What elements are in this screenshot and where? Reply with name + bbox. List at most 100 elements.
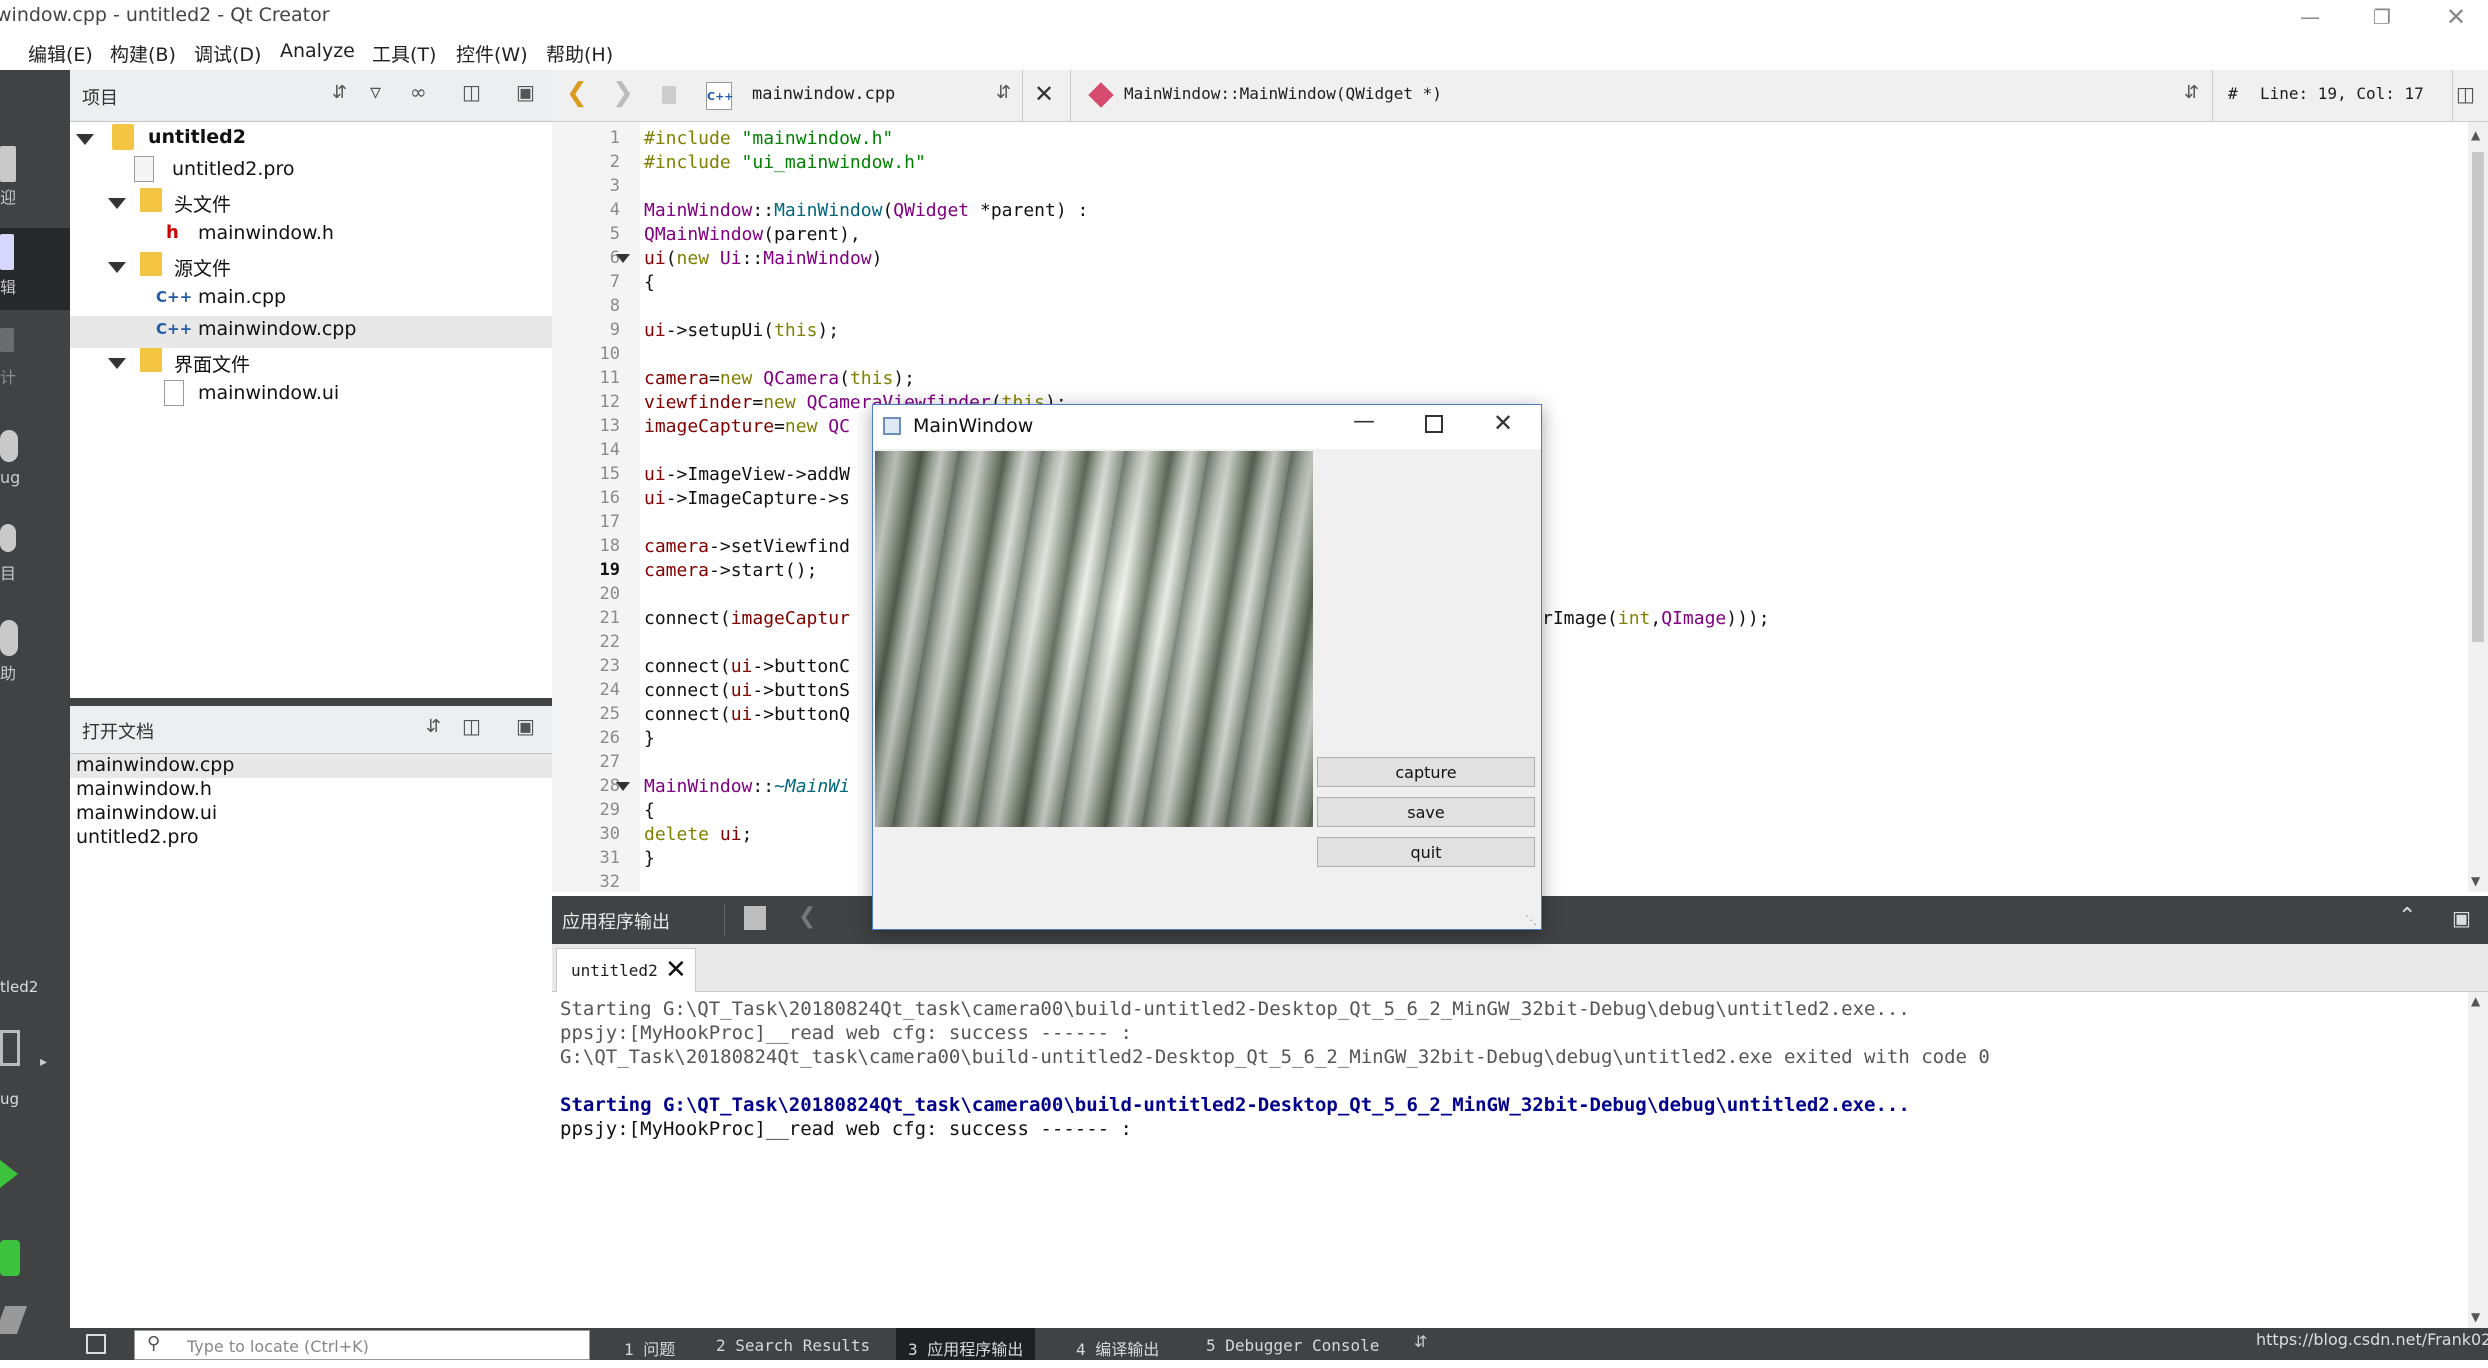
output-text-area[interactable]: Starting G:\QT_Task\20180824Qt_task\came…	[552, 992, 2488, 1328]
menu-edit[interactable]: 编辑(E)	[28, 40, 93, 67]
prev-icon[interactable]: ❮	[798, 904, 816, 929]
mode-help[interactable]: 助	[0, 616, 70, 696]
collapse-icon[interactable]: ⌃	[2398, 904, 2416, 929]
tree-header-file[interactable]: h mainwindow.h	[74, 220, 552, 252]
menu-debug[interactable]: 调试(D)	[194, 40, 261, 67]
expand-icon[interactable]	[76, 134, 94, 145]
expand-icon[interactable]	[108, 262, 126, 273]
output-tabs: untitled2 ✕	[552, 944, 2488, 992]
forward-icon[interactable]: ❯	[612, 78, 634, 108]
status-tab[interactable]: 5 Debugger Console	[1194, 1328, 1391, 1360]
monitor-icon[interactable]	[0, 1030, 20, 1066]
minimize-button[interactable]: —	[2278, 0, 2342, 34]
split-icon[interactable]: ◫	[2456, 82, 2475, 106]
split-icon[interactable]: ◫	[462, 714, 481, 738]
back-icon[interactable]: ❮	[566, 78, 588, 108]
scroll-up-icon[interactable]: ▲	[2471, 994, 2480, 1008]
restore-button[interactable]: ❐	[2350, 0, 2414, 34]
mode-projects[interactable]: 目	[0, 520, 70, 600]
splitter[interactable]	[70, 698, 552, 706]
project-panel-title: 项目	[82, 88, 118, 109]
symbol-selector[interactable]: MainWindow::MainWindow(QWidget *)	[1124, 84, 1442, 103]
status-tab[interactable]: 4 编译输出	[1064, 1328, 1171, 1360]
updown-icon[interactable]: ⇵	[996, 82, 1011, 103]
code-line: ui->ImageCapture->s	[644, 488, 850, 509]
menu-controls[interactable]: 控件(W)	[456, 40, 528, 67]
code-line: ui(new Ui::MainWindow)	[644, 248, 883, 269]
wrench-icon	[0, 524, 16, 552]
mode-edit[interactable]: 辑	[0, 228, 70, 310]
close-panel-icon[interactable]: ▣	[2452, 906, 2471, 930]
fold-icon[interactable]	[616, 782, 630, 791]
menu-help[interactable]: 帮助(H)	[546, 40, 613, 67]
scroll-up-icon[interactable]: ▲	[2471, 128, 2480, 142]
status-tab-active[interactable]: 3 应用程序输出	[896, 1328, 1036, 1360]
close-panel-icon[interactable]: ▣	[516, 80, 535, 104]
open-doc-item[interactable]: mainwindow.cpp	[70, 754, 552, 778]
run-icon[interactable]	[0, 1160, 18, 1188]
filter-icon[interactable]: ▿	[370, 80, 381, 105]
maximize-button[interactable]	[1425, 415, 1443, 433]
status-tab[interactable]: 2 Search Results	[704, 1328, 882, 1360]
tree-main-cpp[interactable]: C++ main.cpp	[74, 284, 552, 316]
expand-icon[interactable]	[108, 198, 126, 209]
save-button[interactable]: save	[1317, 797, 1535, 827]
scroll-thumb[interactable]	[2472, 152, 2484, 642]
open-doc-item[interactable]: mainwindow.h	[76, 778, 212, 800]
status-tab[interactable]: 1 问题	[612, 1328, 687, 1360]
line-number: 20	[599, 584, 620, 604]
scroll-down-icon[interactable]: ▼	[2471, 874, 2480, 888]
quit-button[interactable]: quit	[1317, 837, 1535, 867]
editor-scrollbar[interactable]: ▲ ▼	[2468, 122, 2488, 892]
debug-run-icon[interactable]	[0, 1240, 20, 1276]
line-number: 17	[599, 512, 620, 532]
tree-mainwindow-cpp[interactable]: C++ mainwindow.cpp	[70, 316, 552, 348]
tree-headers[interactable]: 头文件	[74, 188, 552, 220]
dialog-titlebar[interactable]: MainWindow — ✕	[873, 405, 1541, 449]
lock-icon[interactable]	[662, 86, 676, 104]
tree-ui-file[interactable]: mainwindow.ui	[74, 380, 552, 412]
updown-icon[interactable]: ⇵	[332, 82, 347, 103]
menu-build[interactable]: 构建(B)	[110, 40, 176, 67]
line-number: 3	[609, 176, 620, 196]
menu-tools[interactable]: 工具(T)	[372, 40, 436, 67]
locator-input[interactable]: ⚲ Type to locate (Ctrl+K)	[134, 1330, 590, 1360]
expand-icon[interactable]	[108, 358, 126, 369]
updown-icon[interactable]: ⇵	[426, 716, 441, 737]
output-tab[interactable]: untitled2 ✕	[556, 948, 696, 992]
open-doc-item[interactable]: untitled2.pro	[76, 826, 199, 848]
resize-grip-icon[interactable]: ⋱	[1525, 913, 1537, 927]
scroll-down-icon[interactable]: ▼	[2471, 1310, 2480, 1324]
clean-icon[interactable]	[744, 906, 766, 930]
link-icon[interactable]: ∞	[410, 80, 427, 104]
fold-icon[interactable]	[616, 254, 630, 263]
close-editor-icon[interactable]: ✕	[1034, 80, 1054, 108]
close-tab-icon[interactable]: ✕	[665, 955, 687, 985]
hammer-icon[interactable]	[0, 1306, 28, 1334]
minimize-button[interactable]: —	[1353, 409, 1375, 434]
close-button[interactable]: ✕	[1493, 409, 1513, 437]
output-scrollbar[interactable]: ▲ ▼	[2468, 992, 2488, 1328]
mode-design[interactable]: 计	[0, 320, 70, 400]
close-button[interactable]: ✕	[2424, 0, 2488, 34]
cursor-position[interactable]: Line: 19, Col: 17	[2260, 84, 2424, 103]
tree-forms[interactable]: 界面文件	[74, 348, 552, 380]
open-doc-item[interactable]: mainwindow.ui	[76, 802, 217, 824]
line-number: 13	[599, 416, 620, 436]
updown-icon[interactable]: ⇵	[2184, 82, 2199, 103]
capture-button[interactable]: capture	[1317, 757, 1535, 787]
tree-sources[interactable]: 源文件	[74, 252, 552, 284]
updown-icon[interactable]: ⇵	[1414, 1332, 1427, 1351]
mode-welcome[interactable]: 迎	[0, 140, 70, 220]
sidebar-toggle-icon[interactable]	[86, 1334, 106, 1354]
kit-arrow-icon[interactable]: ▸	[40, 1054, 47, 1070]
split-icon[interactable]: ◫	[462, 80, 481, 104]
menu-file-partial[interactable]: )	[0, 42, 1, 64]
editor-file-name[interactable]: mainwindow.cpp	[752, 84, 895, 104]
tree-root[interactable]: untitled2	[74, 124, 552, 156]
code-line: connect(ui->buttonC	[644, 656, 850, 677]
mode-debug[interactable]: ug	[0, 426, 70, 506]
menu-analyze[interactable]: Analyze	[280, 40, 355, 62]
close-panel-icon[interactable]: ▣	[516, 714, 535, 738]
tree-pro-file[interactable]: untitled2.pro	[74, 156, 552, 188]
